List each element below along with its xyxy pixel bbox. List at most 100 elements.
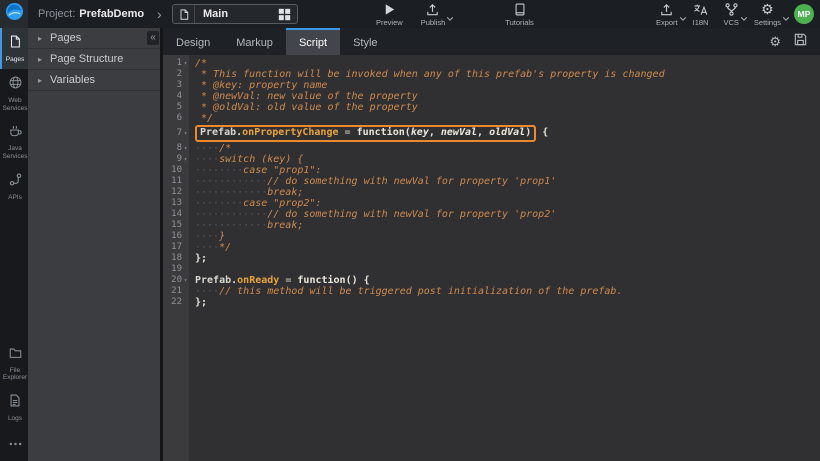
accordion-pages[interactable]: ▸Pages [28,28,160,49]
fold-marker-icon[interactable]: ▾ [182,275,189,286]
code-line[interactable]: 12············break; [163,187,820,198]
code-line[interactable]: 20▾Prefab.onReady = function() { [163,275,820,286]
vcs-button[interactable]: VCS [721,2,740,27]
line-gutter[interactable]: 4 [163,91,189,102]
tutorials-button[interactable]: Tutorials [503,2,535,27]
line-gutter[interactable]: 12 [163,187,189,198]
code-line-content: * @oldVal: old value of the property [189,102,418,113]
line-gutter[interactable]: 21 [163,286,189,297]
grid-icon[interactable] [278,8,297,21]
preview-button[interactable]: Preview [374,2,405,27]
sidebar-item-label: Java Services [2,145,28,161]
code-line[interactable]: 14············// do something with newVa… [163,209,820,220]
fold-marker-icon[interactable]: ▾ [182,143,189,154]
code-line-content: ····/* [189,143,231,154]
sidebar-item-more[interactable] [0,428,28,457]
tab-markup[interactable]: Markup [223,28,286,55]
user-avatar[interactable]: MP [794,4,814,24]
panel-splitter[interactable] [160,28,163,461]
app-logo[interactable] [0,0,28,28]
code-line-content: ····// this method will be triggered pos… [189,286,622,297]
code-line[interactable]: 11············// do something with newVa… [163,176,820,187]
line-gutter[interactable]: 1▾ [163,58,189,69]
code-line[interactable]: 19 [163,264,820,275]
line-gutter[interactable]: 18 [163,253,189,264]
code-line[interactable]: 15············break; [163,220,820,231]
line-number: 5 [177,102,182,113]
code-line[interactable]: 2 * This function will be invoked when a… [163,69,820,80]
line-gutter[interactable]: 9▾ [163,154,189,165]
code-line[interactable]: 4 * @newVal: new value of the property [163,91,820,102]
code-line[interactable]: 16····} [163,231,820,242]
fold-marker-icon[interactable]: ▾ [182,58,189,69]
code-line-content: Prefab.onPropertyChange = function(key, … [189,124,548,143]
code-line[interactable]: 7▾Prefab.onPropertyChange = function(key… [163,124,820,143]
code-line-content: */ [189,113,213,124]
gear-icon: ⚙ [761,2,774,17]
code-line[interactable]: 10········case "prop1": [163,165,820,176]
sidebar-item-apis[interactable]: APIs [0,166,28,207]
line-number: 21 [171,286,182,297]
sidebar-item-java-services[interactable]: Java Services [0,117,28,166]
i18n-label: I18N [693,18,709,27]
line-gutter[interactable]: 17 [163,242,189,253]
line-gutter[interactable]: 10 [163,165,189,176]
script-editor[interactable]: 1▾/*2 * This function will be invoked wh… [163,55,820,461]
line-gutter[interactable]: 7▾ [163,124,189,143]
accordion-page-structure[interactable]: ▸Page Structure [28,49,160,70]
code-line[interactable]: 22}; [163,297,820,308]
code-line[interactable]: 1▾/* [163,58,820,69]
settings-button[interactable]: ⚙Settings [752,2,783,27]
line-gutter[interactable]: 16 [163,231,189,242]
script-settings-button[interactable]: ⚙ [769,35,781,49]
page-selector[interactable]: Main [172,4,298,24]
line-gutter[interactable]: 6 [163,113,189,124]
sidebar-item-logs[interactable]: Logs [0,387,28,428]
i18n-button[interactable]: I18N [691,2,711,27]
code-line[interactable]: 9▾····switch (key) { [163,154,820,165]
code-line[interactable]: 3 * @key: property name [163,80,820,91]
line-gutter[interactable]: 8▾ [163,143,189,154]
line-gutter[interactable]: 3 [163,80,189,91]
line-gutter[interactable]: 15 [163,220,189,231]
code-line[interactable]: 18}; [163,253,820,264]
ellipsis-icon [8,434,23,452]
code-line[interactable]: 17····*/ [163,242,820,253]
code-line[interactable]: 13········case "prop2": [163,198,820,209]
collapse-panel-icon[interactable]: « [147,31,159,45]
line-gutter[interactable]: 13 [163,198,189,209]
page-icon [8,34,22,54]
line-number: 22 [171,297,182,308]
line-gutter[interactable]: 5 [163,102,189,113]
accordion-variables[interactable]: ▸Variables [28,70,160,91]
code-line[interactable]: 8▾····/* [163,143,820,154]
sidebar-item-pages[interactable]: Pages [0,28,28,69]
line-gutter[interactable]: 14 [163,209,189,220]
sidebar-item-file-explorer[interactable]: File Explorer [0,340,28,388]
code-line[interactable]: 21 ····// this method will be triggered p… [163,286,820,297]
export-button[interactable]: Export [654,2,680,27]
tab-style[interactable]: Style [340,28,390,55]
code-line[interactable]: 6 */ [163,113,820,124]
studio-window: Project: PrefabDemo › Main PreviewPublis… [0,0,820,461]
code-line-content: ····*/ [189,242,231,253]
line-number: 2 [177,69,182,80]
fold-marker-icon[interactable]: ▾ [182,154,189,165]
sidebar-item-label: Pages [6,56,24,64]
line-gutter[interactable]: 11 [163,176,189,187]
line-gutter[interactable]: 22 [163,297,189,308]
globe-icon [8,75,23,95]
code-line[interactable]: 5 * @oldVal: old value of the property [163,102,820,113]
line-gutter[interactable]: 20▾ [163,275,189,286]
line-gutter[interactable]: 2 [163,69,189,80]
code-line-content: }; [189,253,207,264]
line-number: 10 [171,165,182,176]
line-gutter[interactable]: 19 [163,264,189,275]
fold-marker-icon[interactable]: ▾ [182,128,189,139]
upload-icon [659,2,674,17]
save-button[interactable] [793,32,808,52]
publish-button[interactable]: Publish [419,2,448,27]
tab-script[interactable]: Script [286,28,340,55]
tab-design[interactable]: Design [163,28,223,55]
sidebar-item-web-services[interactable]: Web Services [0,69,28,118]
